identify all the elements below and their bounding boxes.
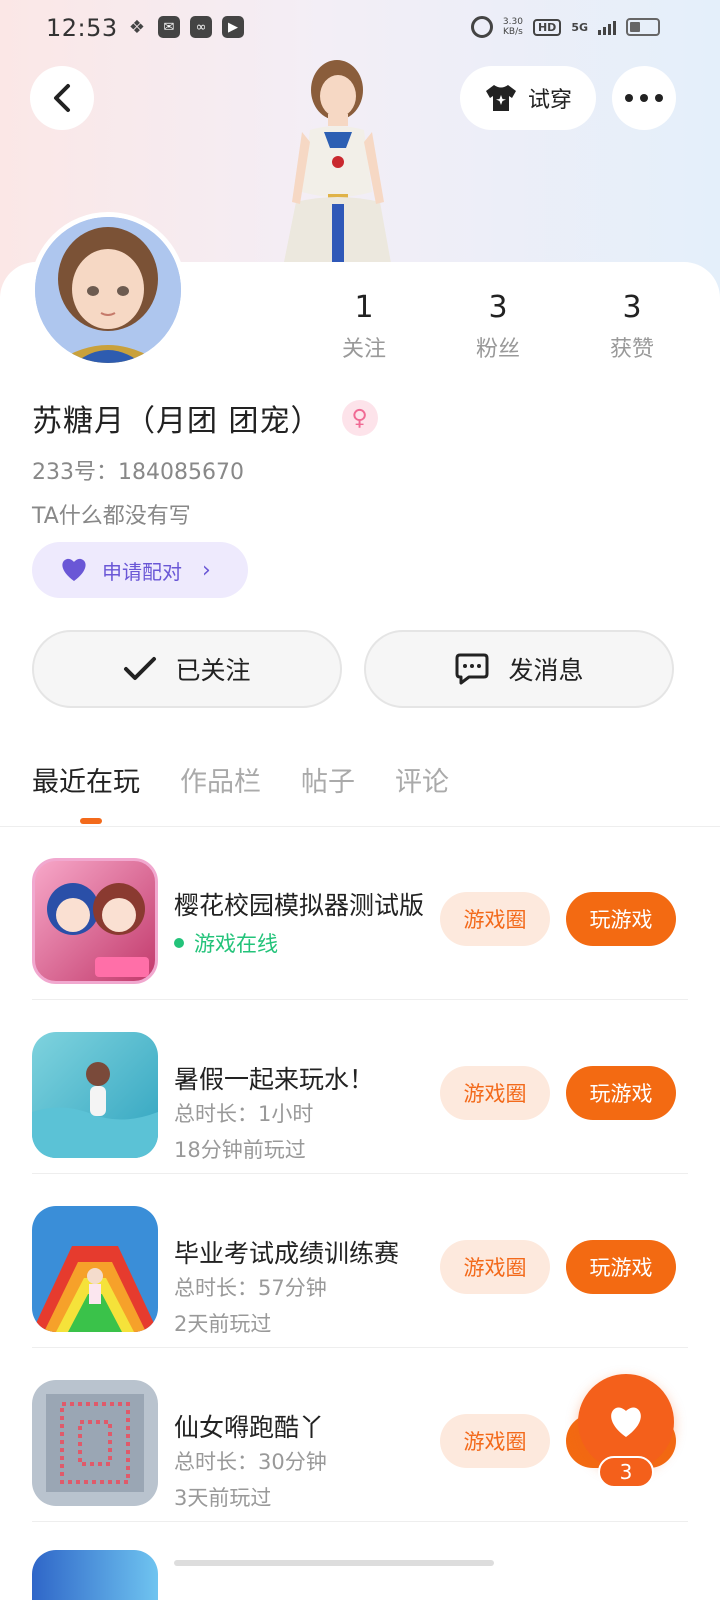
tab-comments[interactable]: 评论 <box>395 760 449 799</box>
game-thumbnail <box>32 1032 158 1158</box>
stat-likes-label: 获赞 <box>609 337 654 362</box>
user-id: 233号：184085670 <box>32 460 244 485</box>
try-on-button[interactable]: 试穿 <box>460 66 596 130</box>
network-speed: 3.30 KB/s <box>502 17 523 37</box>
row-divider <box>32 1347 688 1348</box>
tab-posts[interactable]: 帖子 <box>301 760 355 799</box>
back-button[interactable] <box>30 66 94 130</box>
user-name: 苏糖月（月团 团宠） <box>32 404 322 439</box>
stat-followers[interactable]: 3 粉丝 <box>448 290 548 363</box>
chevron-left-icon <box>54 84 70 112</box>
more-dots-icon <box>625 94 663 102</box>
game-row[interactable]: 毕业考试成绩训练赛 总时长：57分钟 2天前玩过 游戏圈 玩游戏 <box>32 1176 688 1348</box>
game-thumbnail-art <box>46 1394 144 1492</box>
like-count-badge: 3 <box>598 1456 654 1488</box>
avatar-portrait <box>35 217 181 363</box>
online-status: 游戏在线 <box>174 928 278 958</box>
stat-following-label: 关注 <box>341 337 386 362</box>
game-thumbnail-art <box>47 883 149 977</box>
network-type: 5G <box>571 20 588 34</box>
game-duration: 总时长：1小时 <box>174 1102 314 1126</box>
last-played: 2天前玩过 <box>174 1312 272 1336</box>
play-game-button[interactable]: 玩游戏 <box>566 1240 676 1294</box>
game-circle-button[interactable]: 游戏圈 <box>440 892 550 946</box>
game-title: 樱花校园模拟器测试版 <box>174 891 424 920</box>
profile-stats: 1 关注 3 粉丝 3 获赞 <box>300 290 700 370</box>
row-divider <box>32 1521 688 1522</box>
game-circle-button[interactable]: 游戏圈 <box>440 1414 550 1468</box>
followed-label: 已关注 <box>175 656 251 685</box>
stat-following-count: 1 <box>354 290 374 325</box>
notification-icons: ❖ ✉ ∞ ▶ <box>126 16 244 38</box>
stat-following[interactable]: 1 关注 <box>314 290 414 363</box>
alarm-icon <box>470 16 493 38</box>
apply-pair-button[interactable]: 申请配对 › <box>32 542 248 598</box>
heart-icon <box>611 1407 641 1437</box>
play-game-button[interactable]: 玩游戏 <box>566 892 676 946</box>
game-thumbnail <box>32 1206 158 1332</box>
profile-tabs: 最近在玩 作品栏 帖子 评论 <box>32 760 449 799</box>
app-icon: ∞ <box>190 16 212 38</box>
status-bar: 12:53 ❖ ✉ ∞ ▶ 3.30 KB/s HD 5G <box>0 0 720 56</box>
send-message-button[interactable]: 发消息 <box>364 630 674 708</box>
shirt-icon <box>485 85 516 111</box>
game-thumbnail-art <box>32 1246 158 1332</box>
check-icon <box>124 657 157 680</box>
user-bio: TA什么都没有写 <box>32 504 191 529</box>
game-thumbnail-art <box>32 1062 158 1158</box>
tab-recently-played[interactable]: 最近在玩 <box>32 760 140 799</box>
send-message-label: 发消息 <box>508 656 584 685</box>
name-row: 苏糖月（月团 团宠） ♀ <box>32 396 378 440</box>
status-time: 12:53 <box>46 14 118 42</box>
active-tab-indicator <box>80 818 102 824</box>
online-dot-icon <box>174 938 184 948</box>
purple-heart-icon <box>62 558 86 581</box>
more-button[interactable] <box>612 66 676 130</box>
online-status-text: 游戏在线 <box>194 932 278 956</box>
stat-followers-count: 3 <box>488 290 508 325</box>
last-played: 18分钟前玩过 <box>174 1138 306 1162</box>
tab-works[interactable]: 作品栏 <box>180 760 261 799</box>
hd-icon: HD <box>532 18 562 36</box>
stat-likes-count: 3 <box>622 290 642 325</box>
chat-bubble-icon <box>455 653 489 685</box>
followed-button[interactable]: 已关注 <box>32 630 342 708</box>
game-duration: 总时长：30分钟 <box>174 1450 327 1474</box>
stat-followers-label: 粉丝 <box>475 337 520 362</box>
game-title: 仙女嘚跑酷丫 <box>174 1413 325 1442</box>
female-icon: ♀ <box>341 400 378 436</box>
last-played: 3天前玩过 <box>174 1486 272 1510</box>
tabs-divider <box>0 826 720 827</box>
chevron-right-icon: › <box>202 557 211 583</box>
game-circle-button[interactable]: 游戏圈 <box>440 1066 550 1120</box>
game-thumbnail-partial <box>32 1550 158 1600</box>
game-circle-button[interactable]: 游戏圈 <box>440 1240 550 1294</box>
play-game-button[interactable]: 玩游戏 <box>566 1066 676 1120</box>
mail-icon: ✉ <box>158 16 180 38</box>
battery-icon <box>626 18 660 36</box>
system-status-icons: 3.30 KB/s HD 5G <box>470 16 660 38</box>
play-icon: ▶ <box>222 16 244 38</box>
avatar[interactable] <box>30 212 186 368</box>
signal-icon <box>598 19 616 35</box>
apply-pair-label: 申请配对 <box>102 559 182 584</box>
game-title-partial <box>174 1560 494 1566</box>
wechat-icon: ❖ <box>128 16 146 38</box>
game-row[interactable]: 暑假一起来玩水！ 总时长：1小时 18分钟前玩过 游戏圈 玩游戏 <box>32 1002 688 1174</box>
game-title: 暑假一起来玩水！ <box>174 1065 375 1094</box>
game-title: 毕业考试成绩训练赛 <box>174 1239 400 1268</box>
game-thumbnail <box>32 1380 158 1506</box>
game-row[interactable]: 樱花校园模拟器测试版 游戏在线 游戏圈 玩游戏 <box>32 828 688 1000</box>
game-thumbnail <box>32 858 158 984</box>
game-duration: 总时长：57分钟 <box>174 1276 327 1300</box>
stat-likes[interactable]: 3 获赞 <box>582 290 682 363</box>
row-divider <box>32 999 688 1000</box>
row-divider <box>32 1173 688 1174</box>
try-on-label: 试穿 <box>527 88 572 113</box>
